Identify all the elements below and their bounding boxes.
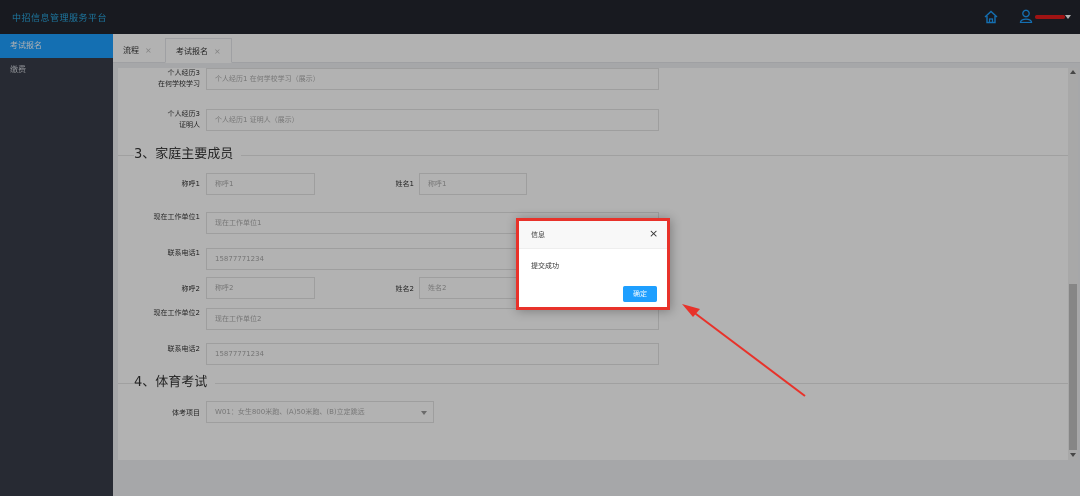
confirm-button[interactable]: 确定 (623, 286, 657, 302)
info-dialog: 信息 × 提交成功 确定 (516, 218, 670, 310)
close-icon[interactable]: × (649, 227, 658, 241)
dialog-message: 提交成功 (531, 262, 559, 270)
dialog-title: 信息 (531, 231, 545, 239)
dialog-header: 信息 × (519, 221, 667, 249)
